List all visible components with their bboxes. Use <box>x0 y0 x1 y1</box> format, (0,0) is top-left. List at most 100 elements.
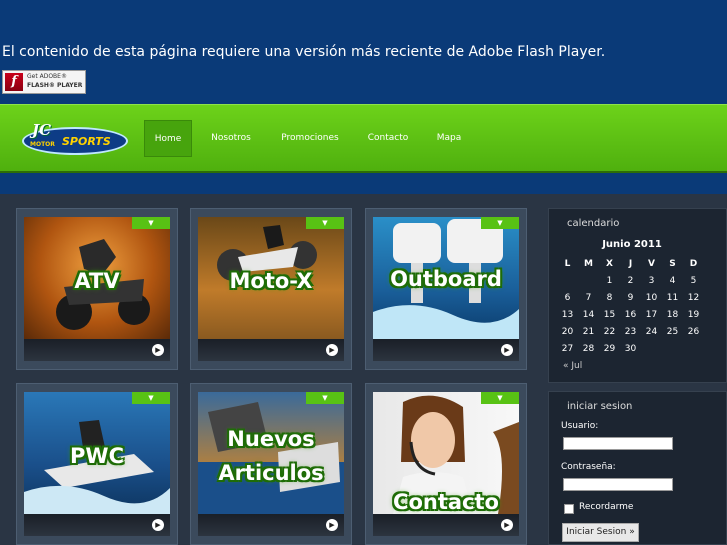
dropdown-tab-icon[interactable]: ▼ <box>481 392 519 404</box>
day-header: J <box>628 258 633 269</box>
day-cell: 17 <box>645 309 658 320</box>
nuevos-articulos-image: Nuevos Articulos <box>198 392 344 514</box>
day-header: X <box>606 258 613 269</box>
dropdown-tab-icon[interactable]: ▼ <box>306 392 344 404</box>
logo-jc: JC <box>32 121 52 139</box>
day-cell: 1 <box>606 275 613 286</box>
day-cell <box>641 340 662 357</box>
tile-label: Nuevos Articulos <box>218 427 324 485</box>
calendar-widget: calendario Junio 2011 L M X J V S D 1 2 … <box>548 208 727 383</box>
badge-line1: Get ADOBE® <box>27 73 67 80</box>
day-cell: 20 <box>561 326 574 337</box>
login-widget: iniciar sesion Usuario: Contraseña: Reco… <box>548 391 727 545</box>
day-header: L <box>564 258 571 269</box>
play-icon[interactable]: ▶ <box>501 344 513 356</box>
day-cell <box>683 340 704 357</box>
play-icon[interactable]: ▶ <box>152 344 164 356</box>
day-cell: 13 <box>561 309 574 320</box>
day-cell: 6 <box>564 292 571 303</box>
tile-bar: ▶ <box>24 514 170 536</box>
day-cell: 28 <box>582 343 595 354</box>
password-input[interactable] <box>563 478 673 491</box>
navbar: JC MOTOR SPORTS Home Nosotros Promocione… <box>0 104 727 173</box>
tile-bar: ▶ <box>198 514 344 536</box>
day-cell: 2 <box>627 275 634 286</box>
nav-home[interactable]: Home <box>144 120 192 157</box>
play-icon[interactable]: ▶ <box>326 519 338 531</box>
day-cell: 26 <box>687 326 700 337</box>
nav-promociones[interactable]: Promociones <box>274 120 346 157</box>
day-cell: 27 <box>561 343 574 354</box>
atv-image: ATV <box>24 217 170 339</box>
tile-bar: ▶ <box>24 339 170 361</box>
tile-label: Moto-X <box>229 269 313 293</box>
play-icon[interactable]: ▶ <box>326 344 338 356</box>
day-cell: 14 <box>582 309 595 320</box>
nav-contacto[interactable]: Contacto <box>362 120 414 157</box>
day-cell: 22 <box>603 326 616 337</box>
day-cell <box>578 272 599 289</box>
day-cell: 10 <box>645 292 658 303</box>
tile-contacto[interactable]: Contacto ▼ ▶ <box>365 383 527 545</box>
username-input[interactable] <box>563 437 673 450</box>
calendar-grid: L M X J V S D 1 2 3 4 5 6 7 8 9 10 11 12… <box>557 255 704 357</box>
day-header: M <box>584 258 593 269</box>
day-cell: 25 <box>666 326 679 337</box>
tile-atv[interactable]: ATV ▼ ▶ <box>16 208 178 370</box>
tile-pwc[interactable]: PWC ▼ ▶ <box>16 383 178 545</box>
day-cell: 30 <box>624 343 637 354</box>
tile-label: Outboard <box>390 267 502 291</box>
flash-message: El contenido de esta página requiere una… <box>2 44 606 60</box>
day-header: S <box>669 258 676 269</box>
play-icon[interactable]: ▶ <box>152 519 164 531</box>
calendar-title: calendario <box>567 218 620 229</box>
get-flash-player-badge[interactable]: f Get ADOBE® FLASH® PLAYER <box>2 70 86 94</box>
day-cell: 16 <box>624 309 637 320</box>
day-cell: 23 <box>624 326 637 337</box>
nav-nosotros[interactable]: Nosotros <box>204 120 258 157</box>
remember-checkbox[interactable] <box>564 504 574 514</box>
tile-label: PWC <box>70 444 124 468</box>
password-label: Contraseña: <box>561 462 616 472</box>
calendar-prev-link[interactable]: « Jul <box>563 361 582 371</box>
pwc-image: PWC <box>24 392 170 514</box>
tile-outboard[interactable]: Outboard ▼ ▶ <box>365 208 527 370</box>
dropdown-tab-icon[interactable]: ▼ <box>481 217 519 229</box>
tile-bar: ▶ <box>373 514 519 536</box>
nav-mapa[interactable]: Mapa <box>428 120 470 157</box>
day-cell: 9 <box>627 292 634 303</box>
day-cell: 7 <box>585 292 592 303</box>
dropdown-tab-icon[interactable]: ▼ <box>306 217 344 229</box>
tile-motox[interactable]: Moto-X ▼ ▶ <box>190 208 352 370</box>
day-cell: 4 <box>669 275 676 286</box>
login-button[interactable]: Iniciar Sesion » <box>562 523 639 542</box>
day-cell: 3 <box>648 275 655 286</box>
tile-bar: ▶ <box>198 339 344 361</box>
day-cell: 18 <box>666 309 679 320</box>
day-cell: 5 <box>690 275 697 286</box>
play-icon[interactable]: ▶ <box>501 519 513 531</box>
tile-label: Contacto <box>393 490 499 514</box>
day-header: D <box>689 258 698 269</box>
day-cell: 19 <box>687 309 700 320</box>
day-header: V <box>648 258 655 269</box>
logo-motor: MOTOR <box>30 141 55 148</box>
calendar-month: Junio 2011 <box>602 239 662 250</box>
dropdown-tab-icon[interactable]: ▼ <box>132 217 170 229</box>
day-cell: 12 <box>687 292 700 303</box>
dropdown-tab-icon[interactable]: ▼ <box>132 392 170 404</box>
tile-nuevos-articulos[interactable]: Nuevos Articulos ▼ ▶ <box>190 383 352 545</box>
outboard-image: Outboard <box>373 217 519 339</box>
tile-label: ATV <box>74 269 120 293</box>
day-cell: 24 <box>645 326 658 337</box>
flash-icon: f <box>5 73 23 91</box>
motox-image: Moto-X <box>198 217 344 339</box>
day-cell <box>557 272 578 289</box>
logo[interactable]: JC MOTOR SPORTS <box>22 121 128 155</box>
tile-bar: ▶ <box>373 339 519 361</box>
day-cell: 15 <box>603 309 616 320</box>
logo-sports: SPORTS <box>62 135 111 148</box>
day-cell: 29 <box>603 343 616 354</box>
day-cell: 8 <box>606 292 613 303</box>
contacto-image: Contacto <box>373 392 519 514</box>
